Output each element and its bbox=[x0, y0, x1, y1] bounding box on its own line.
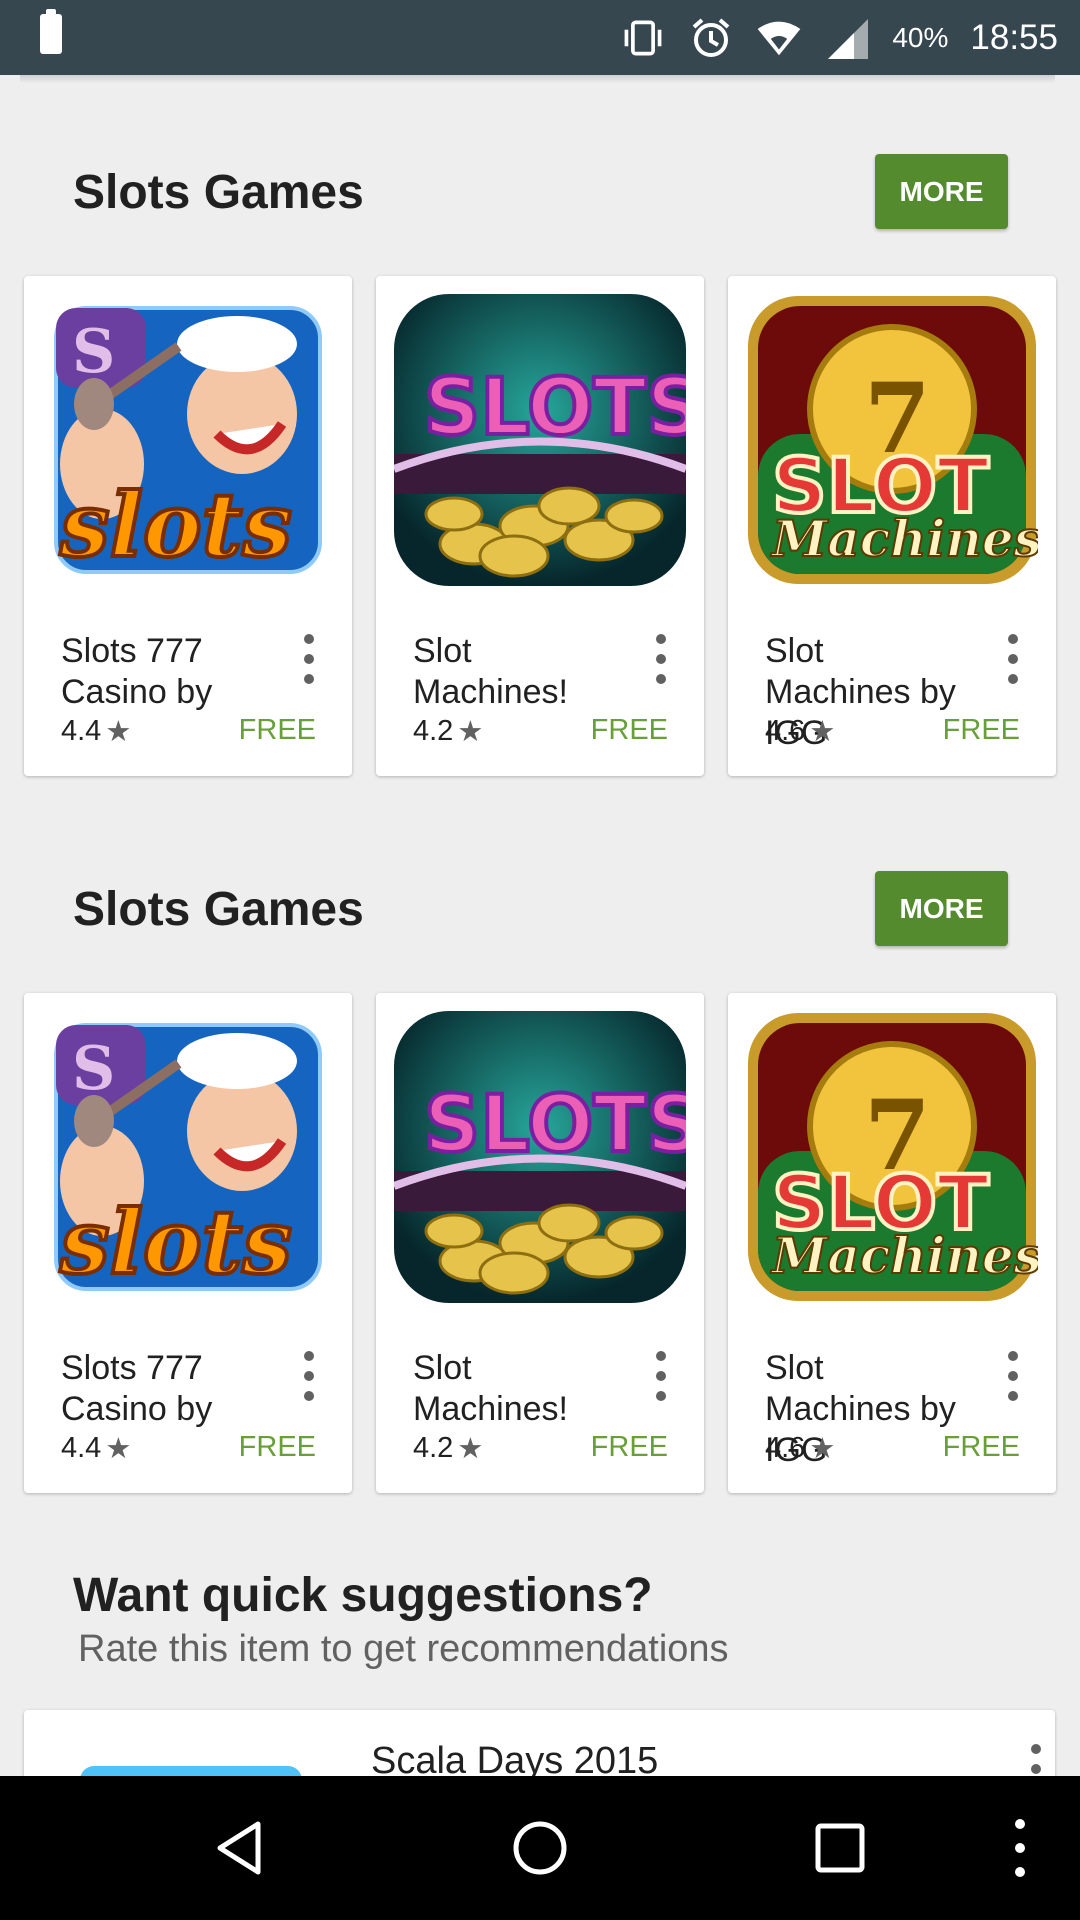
overflow-menu-icon[interactable] bbox=[294, 1351, 324, 1401]
navigation-bar bbox=[0, 1776, 1080, 1920]
app-price: FREE bbox=[942, 714, 1020, 746]
svg-text:Machines: Machines bbox=[770, 1226, 1038, 1285]
svg-text:S: S bbox=[72, 317, 115, 387]
overflow-menu-icon[interactable] bbox=[998, 1351, 1028, 1401]
star-icon: ★ bbox=[809, 1433, 836, 1465]
more-button[interactable]: MORE bbox=[875, 154, 1008, 229]
app-title[interactable]: Slot Machines! bbox=[413, 631, 613, 713]
status-bar: 40% 18:55 bbox=[0, 0, 1080, 75]
overflow-menu-icon[interactable] bbox=[646, 634, 676, 684]
clock: 18:55 bbox=[970, 17, 1058, 57]
app-price: FREE bbox=[238, 1431, 316, 1463]
app-card[interactable]: S slots Slots 777 Casino by 4.4 ★ FREE bbox=[24, 276, 352, 776]
section-title: Slots Games bbox=[73, 883, 364, 936]
star-icon: ★ bbox=[457, 716, 484, 748]
star-icon: ★ bbox=[105, 1433, 132, 1465]
slots-coins-icon: SLOTS bbox=[392, 1011, 705, 1303]
battery-percent: 40% bbox=[892, 21, 949, 53]
overflow-menu-icon[interactable] bbox=[294, 634, 324, 684]
svg-text:slots: slots bbox=[59, 473, 292, 577]
app-card[interactable]: SLOTS Slot Machines! 4.2 ★ FREE bbox=[376, 993, 705, 1493]
overflow-menu-icon[interactable] bbox=[646, 1351, 676, 1401]
app-title[interactable]: Slots 777 Casino by bbox=[61, 631, 261, 713]
star-icon: ★ bbox=[809, 716, 836, 748]
app-rating: 4.6 ★ bbox=[765, 1432, 836, 1465]
section-title: Slots Games bbox=[73, 166, 364, 219]
alarm-icon bbox=[688, 15, 734, 61]
app-rating: 4.2 ★ bbox=[413, 715, 484, 748]
wifi-icon bbox=[756, 15, 802, 61]
svg-text:SLOTS: SLOTS bbox=[424, 363, 686, 453]
app-price: FREE bbox=[942, 1431, 1020, 1463]
app-rating: 4.2 ★ bbox=[413, 1432, 484, 1465]
app-card[interactable]: 7 SLOT Machines Slot Machines by IGG 4.6… bbox=[728, 276, 1056, 776]
suggestions-title: Want quick suggestions? bbox=[73, 1569, 653, 1622]
app-price: FREE bbox=[590, 1431, 668, 1463]
battery-icon bbox=[40, 9, 62, 54]
overflow-menu-icon[interactable] bbox=[998, 634, 1028, 684]
status-icons: 40% 18:55 bbox=[620, 0, 1058, 75]
svg-text:SLOTS: SLOTS bbox=[424, 1080, 686, 1170]
app-card[interactable]: S slots Slots 777 Casino by 4.4 ★ FREE bbox=[24, 993, 352, 1493]
slot-machines-777-icon: 7 SLOT Machines bbox=[746, 1011, 1043, 1303]
cell-signal-icon bbox=[824, 15, 870, 61]
star-icon: ★ bbox=[105, 716, 132, 748]
app-bar-shadow bbox=[20, 75, 1055, 83]
app-rating: 4.6 ★ bbox=[765, 715, 836, 748]
app-title[interactable]: Slot Machines! bbox=[413, 1348, 613, 1430]
svg-text:slots: slots bbox=[59, 1190, 292, 1294]
popeye-slots-icon: S slots bbox=[42, 294, 334, 586]
app-card[interactable]: SLOTS Slot Machines! 4.2 ★ FREE bbox=[376, 276, 705, 776]
more-button[interactable]: MORE bbox=[875, 871, 1008, 946]
svg-text:Machines: Machines bbox=[770, 509, 1038, 568]
back-icon[interactable] bbox=[204, 1812, 276, 1884]
app-price: FREE bbox=[238, 714, 316, 746]
app-title[interactable]: Slots 777 Casino by bbox=[61, 1348, 261, 1430]
slot-machines-777-icon: 7 SLOT Machines bbox=[746, 294, 1043, 586]
recents-icon[interactable] bbox=[804, 1812, 876, 1884]
vibrate-icon bbox=[620, 15, 666, 61]
app-rating: 4.4 ★ bbox=[61, 715, 132, 748]
suggestions-subtitle: Rate this item to get recommendations bbox=[78, 1628, 729, 1670]
app-rating: 4.4 ★ bbox=[61, 1432, 132, 1465]
svg-text:S: S bbox=[72, 1034, 115, 1104]
slots-coins-icon: SLOTS bbox=[392, 294, 705, 586]
app-card[interactable]: 7 SLOT Machines Slot Machines by IGG 4.6… bbox=[728, 993, 1056, 1493]
popeye-slots-icon: S slots bbox=[42, 1011, 334, 1303]
app-price: FREE bbox=[590, 714, 668, 746]
menu-icon[interactable] bbox=[984, 1812, 1056, 1884]
home-icon[interactable] bbox=[504, 1812, 576, 1884]
star-icon: ★ bbox=[457, 1433, 484, 1465]
